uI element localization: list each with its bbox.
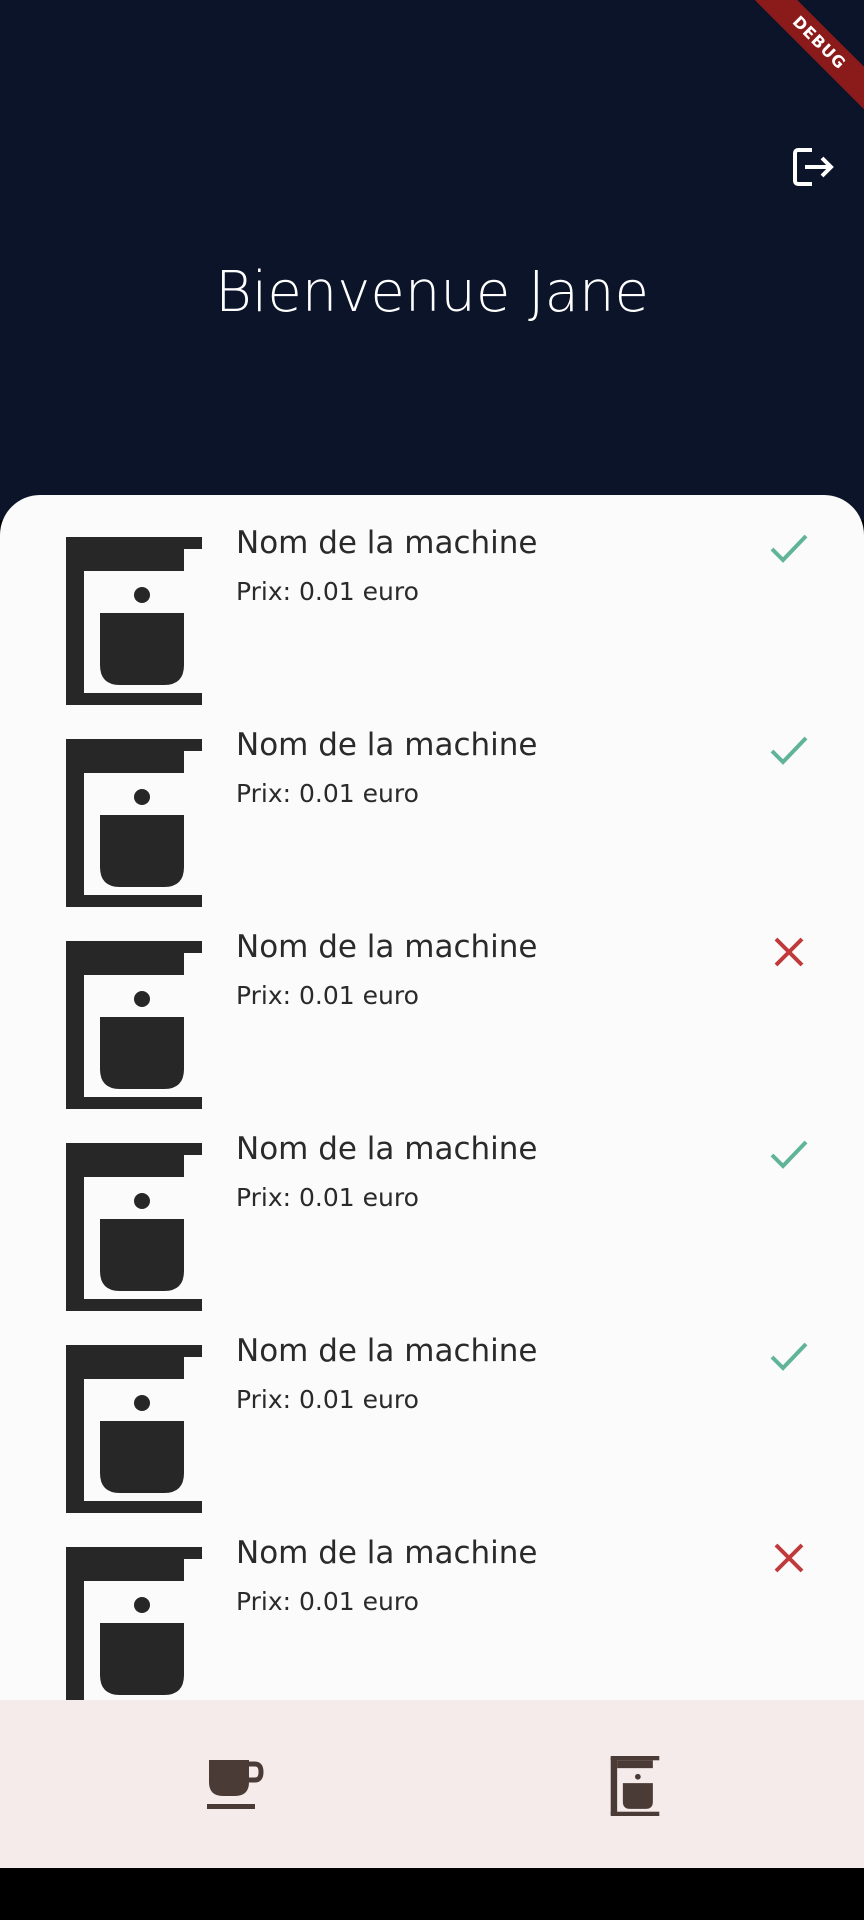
machine-name: Nom de la machine — [236, 1535, 538, 1571]
logout-button[interactable] — [790, 144, 836, 190]
machine-list-item[interactable]: Nom de la machine Prix: 0.01 euro — [0, 1505, 864, 1700]
coffee-machine-icon — [66, 1345, 202, 1513]
logout-icon — [793, 148, 834, 186]
check-icon — [770, 1140, 808, 1169]
check-icon — [770, 736, 808, 765]
check-icon — [770, 1342, 808, 1371]
close-icon — [774, 1543, 804, 1573]
coffee-machine-icon — [66, 1547, 202, 1700]
machine-list-item[interactable]: Nom de la machine Prix: 0.01 euro — [0, 1101, 864, 1311]
machine-list-item[interactable]: Nom de la machine Prix: 0.01 euro — [0, 495, 864, 705]
machine-list-item[interactable]: Nom de la machine Prix: 0.01 euro — [0, 1303, 864, 1513]
coffee-machine-icon — [66, 537, 202, 705]
coffee-machine-icon — [610, 1756, 660, 1816]
bottom-navigation — [0, 1700, 864, 1868]
machine-name: Nom de la machine — [236, 525, 538, 561]
machine-name: Nom de la machine — [236, 1131, 538, 1167]
machine-price: Prix: 0.01 euro — [236, 1587, 419, 1616]
machine-list-item[interactable]: Nom de la machine Prix: 0.01 euro — [0, 899, 864, 1109]
debug-label: DEBUG — [744, 0, 864, 118]
machine-name: Nom de la machine — [236, 1333, 538, 1369]
coffee-machine-icon — [66, 1143, 202, 1311]
system-nav-bar — [0, 1868, 864, 1920]
header: DEBUG Bienvenue Jane — [0, 0, 864, 520]
coffee-cup-icon — [207, 1760, 264, 1809]
welcome-title: Bienvenue Jane — [215, 260, 649, 325]
close-icon — [774, 937, 804, 967]
machine-price: Prix: 0.01 euro — [236, 779, 419, 808]
machine-list: Nom de la machine Prix: 0.01 euro Nom de… — [0, 495, 864, 1700]
machine-price: Prix: 0.01 euro — [236, 577, 419, 606]
machine-list-item[interactable]: Nom de la machine Prix: 0.01 euro — [0, 697, 864, 907]
machine-price: Prix: 0.01 euro — [236, 1183, 419, 1212]
machine-name: Nom de la machine — [236, 727, 538, 763]
nav-machine-button[interactable] — [605, 1756, 665, 1816]
coffee-machine-icon — [66, 941, 202, 1109]
debug-banner: DEBUG — [734, 0, 864, 130]
coffee-machine-icon — [66, 739, 202, 907]
machine-price: Prix: 0.01 euro — [236, 1385, 419, 1414]
machine-price: Prix: 0.01 euro — [236, 981, 419, 1010]
nav-coffee-button[interactable] — [205, 1756, 265, 1816]
machine-name: Nom de la machine — [236, 929, 538, 965]
check-icon — [770, 534, 808, 563]
